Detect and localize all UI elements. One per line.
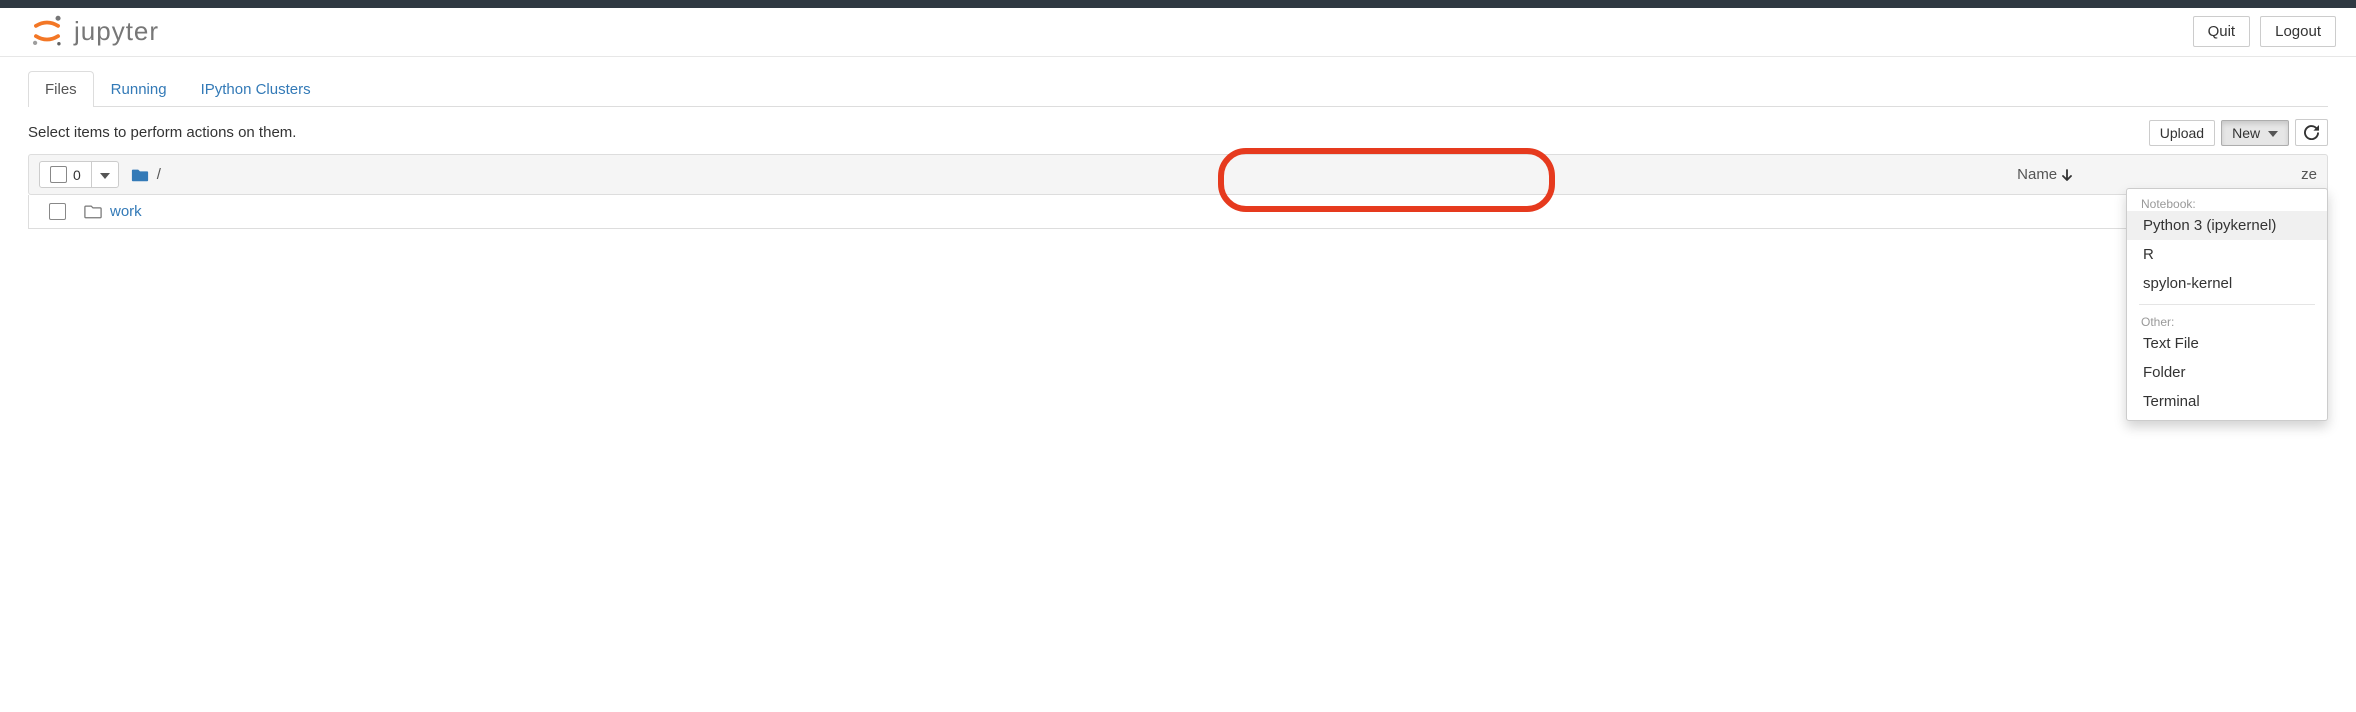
row-checkbox[interactable] [49, 203, 66, 220]
jupyter-logo[interactable]: jupyter [30, 14, 159, 48]
hint-text: Select items to perform actions on them. [28, 124, 296, 141]
column-name-label: Name [2017, 166, 2057, 183]
select-menu-toggle[interactable] [92, 163, 118, 187]
list-row[interactable]: work [28, 195, 2328, 229]
new-button-label: New [2232, 125, 2260, 141]
caret-down-icon [2268, 131, 2278, 137]
toolbar: Select items to perform actions on them.… [28, 119, 2328, 146]
refresh-icon [2304, 125, 2319, 140]
quit-button[interactable]: Quit [2193, 16, 2251, 47]
dropdown-item-textfile[interactable]: Text File [2127, 329, 2327, 358]
select-all-checkbox[interactable] [50, 166, 67, 183]
dropdown-divider [2139, 304, 2315, 305]
upload-button[interactable]: Upload [2149, 120, 2215, 146]
list-header: 0 / Name ze [28, 154, 2328, 195]
tab-files[interactable]: Files [28, 71, 94, 107]
dropdown-section-notebook: Notebook: [2127, 193, 2327, 211]
new-dropdown: Notebook: Python 3 (ipykernel) R spylon-… [2126, 188, 2328, 421]
refresh-button[interactable] [2295, 119, 2328, 146]
column-size-partial[interactable]: ze [2301, 166, 2317, 183]
breadcrumb[interactable]: / [157, 166, 161, 183]
tab-ipython-clusters[interactable]: IPython Clusters [184, 71, 328, 107]
folder-icon [84, 204, 102, 219]
logout-button[interactable]: Logout [2260, 16, 2336, 47]
dropdown-item-spylon[interactable]: spylon-kernel [2127, 269, 2327, 298]
tab-running[interactable]: Running [94, 71, 184, 107]
dropdown-item-folder[interactable]: Folder [2127, 358, 2327, 387]
tabs: Files Running IPython Clusters [28, 71, 2328, 107]
window-topbar [0, 0, 2356, 8]
sort-by-name[interactable]: Name [2017, 166, 2073, 183]
header-buttons: Quit Logout [2193, 16, 2336, 47]
dropdown-item-python3[interactable]: Python 3 (ipykernel) [2127, 211, 2327, 240]
folder-icon[interactable] [131, 167, 149, 183]
brand-text: jupyter [74, 16, 159, 47]
dropdown-item-r[interactable]: R [2127, 240, 2327, 269]
dropdown-section-other: Other: [2127, 311, 2327, 329]
dropdown-item-terminal[interactable]: Terminal [2127, 387, 2327, 416]
row-name[interactable]: work [110, 203, 142, 220]
jupyter-logo-icon [30, 14, 64, 48]
select-all-group[interactable]: 0 [39, 161, 119, 188]
header: jupyter Quit Logout [0, 8, 2356, 57]
new-button[interactable]: New [2221, 120, 2289, 146]
arrow-down-icon [2061, 169, 2073, 181]
selected-count: 0 [73, 167, 81, 183]
caret-down-icon [100, 173, 110, 179]
